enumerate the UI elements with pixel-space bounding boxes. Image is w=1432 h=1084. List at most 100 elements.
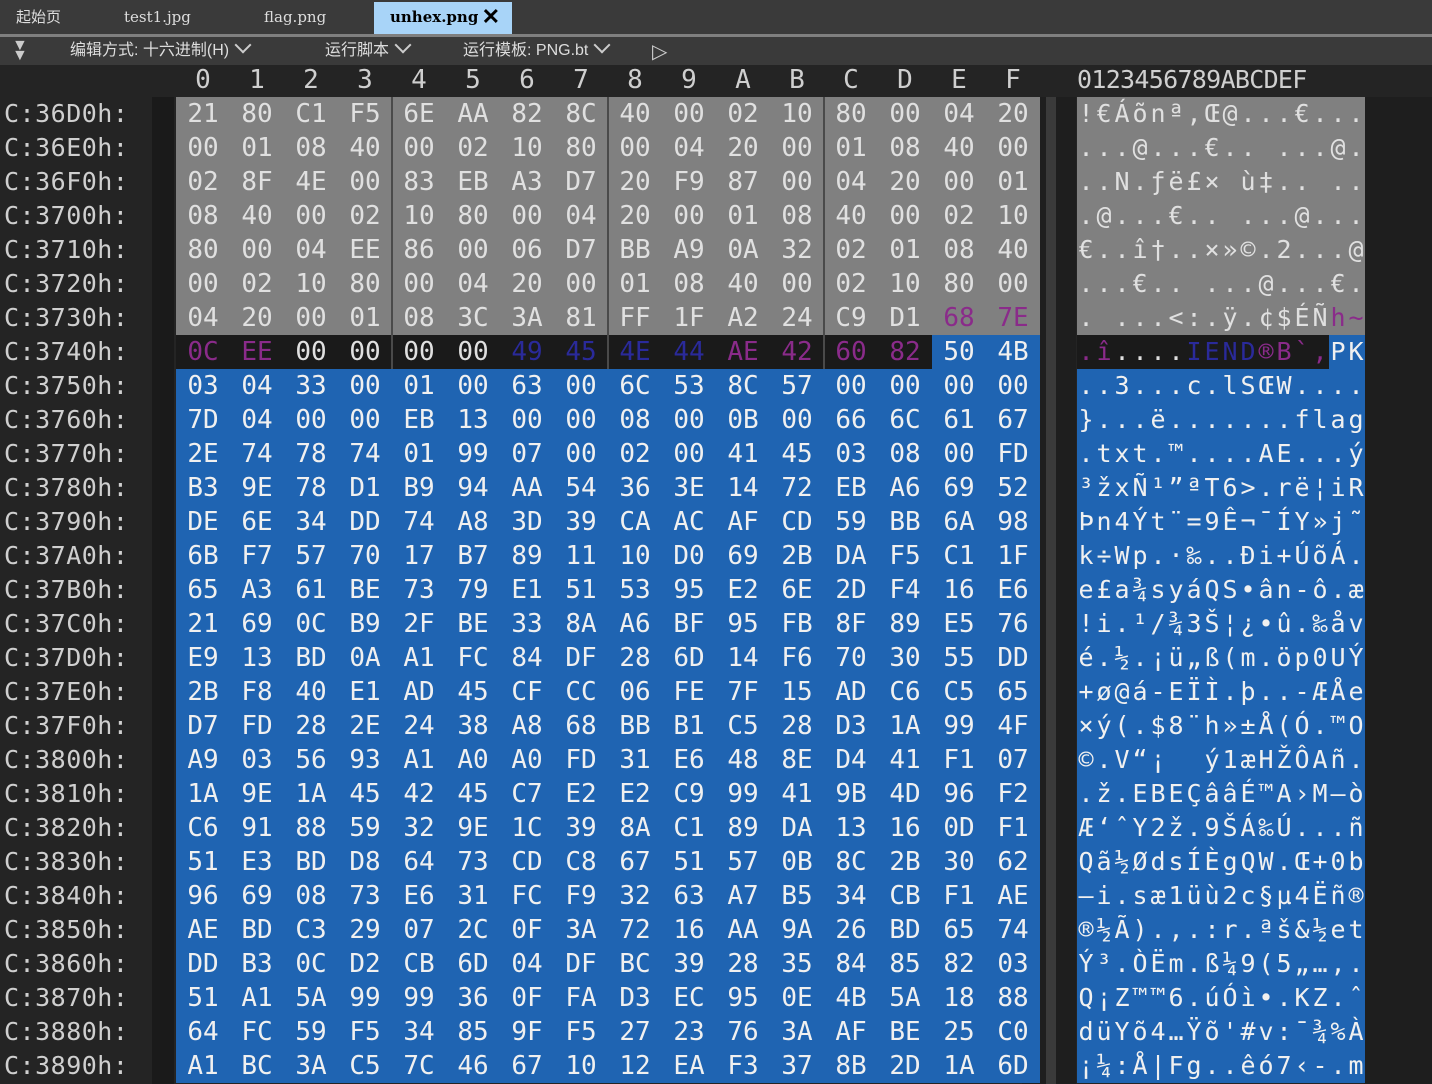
ascii-char[interactable]: æ	[1347, 573, 1365, 607]
hex-byte[interactable]: 45	[770, 437, 824, 471]
ascii-char[interactable]: .	[1329, 369, 1347, 403]
hex-byte[interactable]: C7	[500, 777, 554, 811]
ascii-char[interactable]: r	[1221, 913, 1239, 947]
hex-byte[interactable]: 80	[176, 233, 230, 267]
ascii-char[interactable]: .	[1167, 369, 1185, 403]
hex-byte[interactable]: 20	[230, 301, 284, 335]
hex-byte[interactable]: DE	[176, 505, 230, 539]
hex-byte[interactable]: 00	[554, 369, 608, 403]
hex-byte[interactable]: 0C	[176, 335, 230, 369]
hex-byte[interactable]: 28	[716, 947, 770, 981]
ascii-char[interactable]: .	[1095, 165, 1113, 199]
hex-byte[interactable]: BE	[446, 607, 500, 641]
ascii-char[interactable]: ¬	[1239, 505, 1257, 539]
hex-byte[interactable]: 0C	[284, 607, 338, 641]
hex-byte[interactable]: 41	[878, 743, 932, 777]
ascii-char[interactable]: .	[1257, 471, 1275, 505]
hex-byte[interactable]: E5	[932, 607, 986, 641]
hex-byte[interactable]: 03	[230, 743, 284, 777]
ascii-char[interactable]: r	[1275, 471, 1293, 505]
hex-byte[interactable]: 02	[230, 267, 284, 301]
ascii-char[interactable]: þ	[1239, 675, 1257, 709]
ascii-char[interactable]: Ã	[1113, 913, 1131, 947]
hex-byte[interactable]: 9B	[824, 777, 878, 811]
hex-byte[interactable]: BB	[608, 233, 662, 267]
hex-byte[interactable]: 8C	[716, 369, 770, 403]
hex-byte[interactable]: F5	[338, 1015, 392, 1049]
hex-byte[interactable]: 69	[230, 879, 284, 913]
hex-byte[interactable]: 51	[176, 845, 230, 879]
ascii-char[interactable]: @	[1293, 199, 1311, 233]
ascii-char[interactable]: Ó	[1221, 981, 1239, 1015]
ascii-char[interactable]: .	[1203, 369, 1221, 403]
ascii-char[interactable]: û	[1275, 607, 1293, 641]
ascii-char[interactable]: .	[1239, 267, 1257, 301]
hex-byte[interactable]: 00	[446, 233, 500, 267]
ascii-char[interactable]: Å	[1329, 675, 1347, 709]
hex-byte[interactable]: F9	[554, 879, 608, 913]
ascii-char[interactable]: .	[1311, 437, 1329, 471]
hex-byte[interactable]: 39	[662, 947, 716, 981]
ascii-char[interactable]: H	[1257, 743, 1275, 777]
hex-byte[interactable]: F6	[770, 641, 824, 675]
hex-byte[interactable]: 4B	[986, 335, 1040, 369]
hex-byte[interactable]: 00	[770, 267, 824, 301]
ascii-char[interactable]: á	[1131, 675, 1149, 709]
hex-byte[interactable]: CA	[608, 505, 662, 539]
ascii-char[interactable]: i	[1095, 879, 1113, 913]
ascii-char[interactable]: ƒ	[1149, 165, 1167, 199]
hex-byte[interactable]: BC	[608, 947, 662, 981]
hex-byte[interactable]: 61	[932, 403, 986, 437]
hex-byte[interactable]: 84	[824, 947, 878, 981]
ascii-char[interactable]: E	[1275, 437, 1293, 471]
hex-byte[interactable]: 00	[446, 369, 500, 403]
ascii-char[interactable]: I	[1185, 335, 1203, 369]
ascii-char[interactable]: ‚	[1185, 97, 1203, 131]
ascii-char[interactable]: ü	[1095, 1015, 1113, 1049]
hex-byte[interactable]: 30	[932, 845, 986, 879]
ascii-char[interactable]: .	[1167, 233, 1185, 267]
ascii-char[interactable]: Š	[1221, 811, 1239, 845]
hex-byte[interactable]: 65	[986, 675, 1040, 709]
hex-byte[interactable]: 84	[500, 641, 554, 675]
hex-byte[interactable]: 2D	[878, 1049, 932, 1083]
hex-byte[interactable]: 01	[608, 267, 662, 301]
ascii-char[interactable]: .	[1275, 845, 1293, 879]
hex-byte[interactable]: 08	[608, 403, 662, 437]
hex-byte[interactable]: 1F	[662, 301, 716, 335]
ascii-char[interactable]: 9	[1203, 505, 1221, 539]
ascii-char[interactable]: .	[1239, 437, 1257, 471]
hex-byte[interactable]: 02	[176, 165, 230, 199]
hex-byte[interactable]: EE	[230, 335, 284, 369]
hex-byte[interactable]: 2D	[824, 573, 878, 607]
ascii-char[interactable]: ¼	[1095, 1049, 1113, 1083]
hex-byte[interactable]: 78	[284, 471, 338, 505]
hex-byte[interactable]: DF	[554, 947, 608, 981]
hex-byte[interactable]: 01	[338, 301, 392, 335]
ascii-char[interactable]: ™	[1329, 709, 1347, 743]
ascii-char[interactable]: ë	[1149, 403, 1167, 437]
hex-byte[interactable]: 8C	[824, 845, 878, 879]
ascii-char[interactable]: .	[1257, 233, 1275, 267]
hex-byte[interactable]: B9	[392, 471, 446, 505]
ascii-char[interactable]: .	[1203, 267, 1221, 301]
ascii-char[interactable]: ü	[1185, 879, 1203, 913]
ascii-char[interactable]: .	[1131, 369, 1149, 403]
ascii-char[interactable]: s	[1149, 573, 1167, 607]
ascii-char[interactable]: -	[1293, 573, 1311, 607]
hex-byte[interactable]: C6	[878, 675, 932, 709]
hex-byte[interactable]: 00	[554, 267, 608, 301]
ascii-char[interactable]: ¼	[1221, 947, 1239, 981]
ascii-char[interactable]: j	[1329, 505, 1347, 539]
ascii-char[interactable]: D	[1239, 335, 1257, 369]
hex-byte[interactable]: 7E	[986, 301, 1040, 335]
ascii-char[interactable]: Ñ	[1311, 301, 1329, 335]
hex-byte[interactable]: 00	[662, 437, 716, 471]
ascii-char[interactable]: ¦	[1311, 471, 1329, 505]
ascii-char[interactable]: V	[1113, 743, 1131, 777]
ascii-char[interactable]: 5	[1275, 947, 1293, 981]
ascii-char[interactable]: €	[1203, 131, 1221, 165]
hex-byte[interactable]: 00	[392, 335, 446, 369]
hex-byte[interactable]: 3D	[500, 505, 554, 539]
ascii-char[interactable]: ‚	[1329, 947, 1347, 981]
